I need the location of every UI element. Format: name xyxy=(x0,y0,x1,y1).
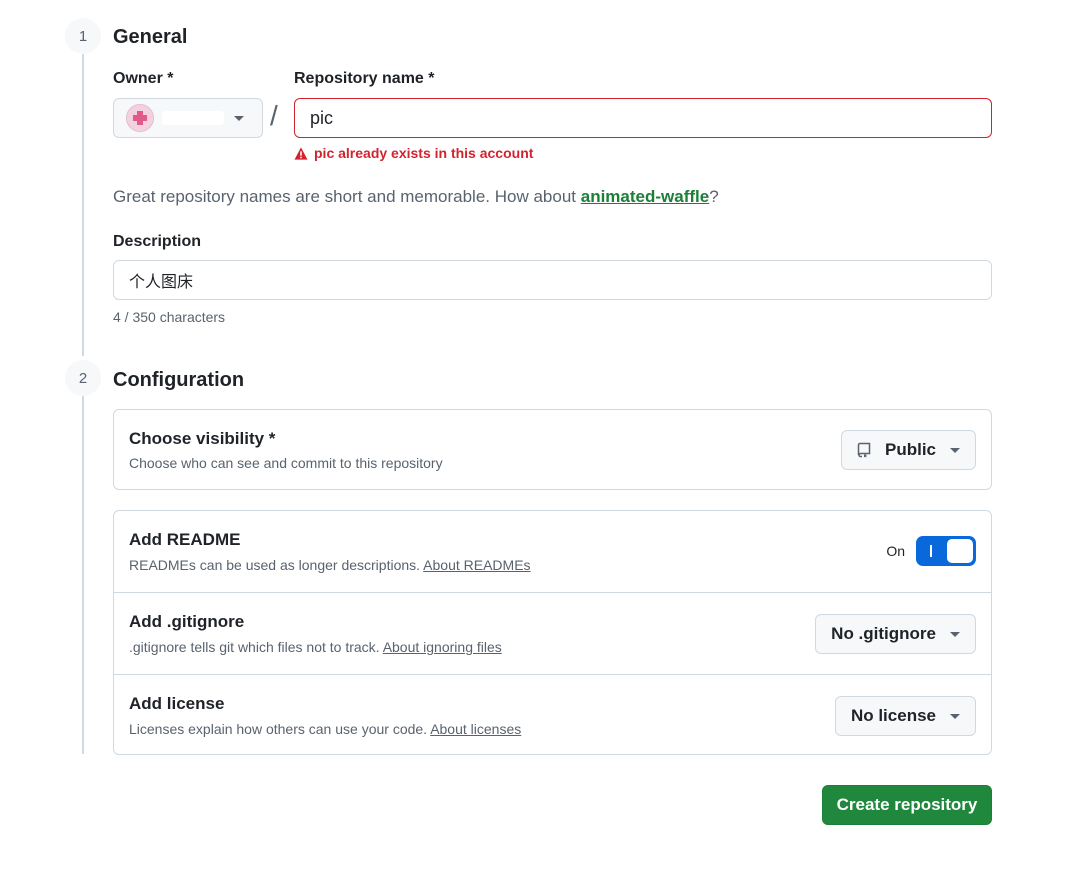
section-title-general: General xyxy=(113,26,188,48)
visibility-subtitle: Choose who can see and commit to this re… xyxy=(129,455,443,471)
suggested-name-link[interactable]: animated-waffle xyxy=(581,187,709,206)
gitignore-value: No .gitignore xyxy=(831,624,936,643)
owner-name-redacted xyxy=(162,111,224,125)
create-repository-button[interactable]: Create repository xyxy=(822,785,992,825)
description-input[interactable] xyxy=(113,260,992,300)
repo-options-card: Add README READMEs can be used as longer… xyxy=(113,510,992,755)
alert-icon xyxy=(294,146,308,160)
readme-toggle-group: On xyxy=(886,536,976,566)
readme-toggle[interactable] xyxy=(916,536,976,566)
readme-row: Add README READMEs can be used as longer… xyxy=(114,511,991,593)
license-row: Add license Licenses explain how others … xyxy=(114,675,991,754)
repo-name-label: Repository name * xyxy=(294,70,435,87)
repo-icon xyxy=(857,442,871,458)
avatar xyxy=(126,104,154,132)
toggle-knob xyxy=(947,539,973,563)
gitignore-title: Add .gitignore xyxy=(129,612,245,631)
readme-title: Add README xyxy=(129,530,241,549)
about-readmes-link[interactable]: About READMEs xyxy=(423,557,530,573)
owner-dropdown[interactable] xyxy=(113,98,263,138)
step-rail-general xyxy=(82,54,84,356)
gitignore-subtitle: .gitignore tells git which files not to … xyxy=(129,639,502,655)
chevron-down-icon xyxy=(950,713,960,719)
name-suggestion: Great repository names are short and mem… xyxy=(113,187,719,206)
toggle-on-indicator xyxy=(930,545,932,557)
chevron-down-icon xyxy=(950,631,960,637)
license-dropdown[interactable]: No license xyxy=(834,696,976,736)
step-rail-configuration xyxy=(82,396,84,754)
license-value: No license xyxy=(850,706,936,725)
license-title: Add license xyxy=(129,694,225,713)
readme-toggle-label: On xyxy=(886,543,905,559)
visibility-card: Choose visibility * Choose who can see a… xyxy=(113,409,992,490)
chevron-down-icon xyxy=(234,115,244,121)
owner-repo-separator: / xyxy=(270,100,278,131)
step-number-general: 1 xyxy=(65,18,101,54)
description-label: Description xyxy=(113,233,202,250)
owner-label: Owner * xyxy=(113,70,174,87)
gitignore-dropdown[interactable]: No .gitignore xyxy=(815,614,976,654)
chevron-down-icon xyxy=(950,447,960,453)
visibility-dropdown[interactable]: Public xyxy=(840,430,976,470)
about-ignoring-files-link[interactable]: About ignoring files xyxy=(383,639,502,655)
description-char-count: 4 / 350 characters xyxy=(113,309,226,325)
repo-name-error: pic already exists in this account xyxy=(294,145,533,161)
gitignore-row: Add .gitignore .gitignore tells git whic… xyxy=(114,593,991,675)
license-subtitle: Licenses explain how others can use your… xyxy=(129,721,522,737)
visibility-title: Choose visibility * xyxy=(129,429,276,448)
section-title-configuration: Configuration xyxy=(113,369,245,391)
about-licenses-link[interactable]: About licenses xyxy=(430,721,521,737)
error-text: pic already exists in this account xyxy=(314,145,534,161)
repo-name-input[interactable] xyxy=(294,98,992,138)
visibility-row: Choose visibility * Choose who can see a… xyxy=(114,410,991,489)
step-number-configuration: 2 xyxy=(65,360,101,396)
readme-subtitle: READMEs can be used as longer descriptio… xyxy=(129,557,531,573)
visibility-value: Public xyxy=(884,440,936,459)
